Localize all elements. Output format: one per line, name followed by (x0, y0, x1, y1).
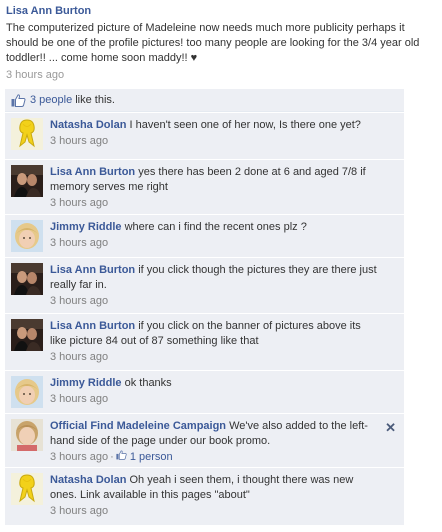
comment-text: where can i find the recent ones plz ? (124, 221, 307, 233)
avatar[interactable] (11, 165, 43, 197)
comment-author-link[interactable]: Natasha Dolan (50, 474, 126, 486)
comment-author-link[interactable]: Jimmy Riddle (50, 221, 122, 233)
delete-comment-icon[interactable]: ✕ (385, 420, 396, 436)
comment-item: Lisa Ann Burton yes there has been 2 don… (5, 160, 404, 215)
comment-timestamp[interactable]: 3 hours ago (50, 392, 398, 407)
likes-bar: 3 people like this. (5, 89, 404, 112)
likes-count-link[interactable]: 3 people (30, 94, 72, 106)
comment-list: Natasha Dolan I haven't seen one of her … (5, 113, 404, 526)
avatar[interactable] (11, 473, 43, 505)
comment-item: Natasha Dolan I haven't seen one of her … (5, 113, 404, 160)
comment-author-link[interactable]: Natasha Dolan (50, 119, 126, 131)
comment-text: ok thanks (124, 377, 172, 389)
comment-item: Jimmy Riddle ok thanks 3 hours ago (5, 371, 404, 414)
comment-author-link[interactable]: Lisa Ann Burton (50, 320, 135, 332)
thumbs-up-icon (116, 450, 127, 463)
comment-author-link[interactable]: Official Find Madeleine Campaign (50, 420, 226, 432)
avatar[interactable] (11, 220, 43, 252)
comment-item: Natasha Dolan Oh yeah i seen them, i tho… (5, 468, 404, 526)
comment-author-link[interactable]: Jimmy Riddle (50, 377, 122, 389)
comment-timestamp[interactable]: 3 hours ago (50, 294, 398, 309)
comment-like-count-link[interactable]: 1 person (130, 451, 173, 463)
post-timestamp[interactable]: 3 hours ago (6, 68, 436, 82)
separator-dot: · (110, 451, 114, 463)
thumbs-up-icon (11, 93, 26, 107)
comment-timestamp[interactable]: 3 hours ago (50, 504, 398, 519)
comment-author-link[interactable]: Lisa Ann Burton (50, 166, 135, 178)
comment-text: I haven't seen one of her now, Is there … (129, 119, 361, 131)
comment-item: Lisa Ann Burton if you click on the bann… (5, 314, 404, 371)
avatar[interactable] (11, 263, 43, 295)
avatar[interactable] (11, 319, 43, 351)
wall-post: Lisa Ann Burton The computerized picture… (0, 0, 442, 82)
comment-timestamp[interactable]: 3 hours ago (50, 236, 398, 251)
comment-timestamp[interactable]: 3 hours ago (50, 451, 108, 463)
post-author-link[interactable]: Lisa Ann Burton (6, 4, 436, 18)
comment-timestamp[interactable]: 3 hours ago (50, 134, 398, 149)
likes-suffix: like this. (75, 94, 115, 106)
comment-item: ✕ Official Find Madeleine Campaign We've… (5, 414, 404, 468)
comment-timestamp[interactable]: 3 hours ago (50, 196, 398, 211)
avatar[interactable] (11, 419, 43, 451)
comment-item: Lisa Ann Burton if you click though the … (5, 258, 404, 314)
comment-timestamp[interactable]: 3 hours ago (50, 350, 398, 365)
avatar[interactable] (11, 118, 43, 150)
comment-author-link[interactable]: Lisa Ann Burton (50, 264, 135, 276)
post-text: The computerized picture of Madeleine no… (6, 22, 420, 64)
comment-item: Jimmy Riddle where can i find the recent… (5, 215, 404, 258)
avatar[interactable] (11, 376, 43, 408)
